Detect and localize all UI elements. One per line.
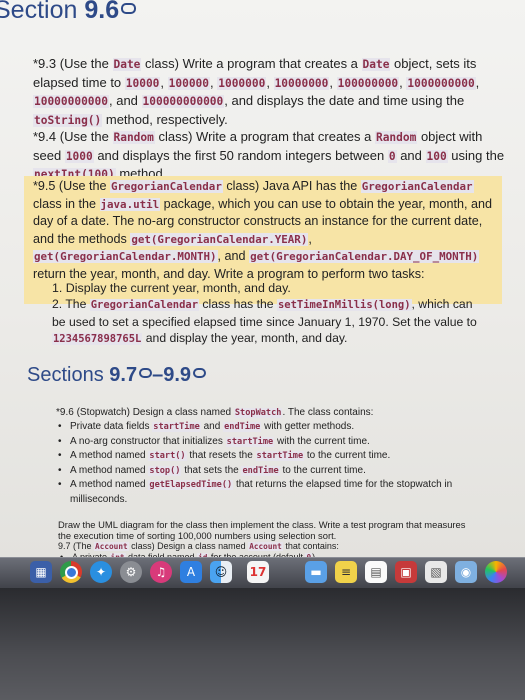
exercise-9-5: *9.5 (Use the GregorianCalendar class) J… bbox=[33, 179, 493, 281]
finder-icon[interactable]: ☺ bbox=[210, 561, 232, 583]
exercise-9-7: 9.7 (The Account class) Design a class n… bbox=[58, 541, 339, 551]
dock: ▦ ✦ ⚙ ♫ A ☺ 17 ▬ ≡ ▤ ▣ ▧ ◉ bbox=[0, 557, 525, 588]
link-icon[interactable] bbox=[139, 367, 153, 378]
system-preferences-icon[interactable]: ⚙ bbox=[120, 561, 142, 583]
list-item: • A method named getElapsedTime() that re… bbox=[58, 479, 453, 505]
photos-icon[interactable] bbox=[485, 561, 507, 583]
game-center-icon[interactable]: ◉ bbox=[455, 561, 477, 583]
section-heading-9-7-9-9: Sections 9.7 –9.9 bbox=[27, 364, 207, 387]
notes-icon[interactable]: ≡ bbox=[335, 561, 357, 583]
exercise-9-6: *9.6 (Stopwatch) Design a class named St… bbox=[56, 407, 374, 418]
textbook-page: Section 9.6 *9.3 (Use the Date class) Wr… bbox=[0, 0, 525, 560]
link-icon[interactable] bbox=[193, 367, 207, 378]
chrome-icon[interactable] bbox=[60, 561, 82, 583]
preview-icon[interactable]: ▧ bbox=[425, 561, 447, 583]
document-icon[interactable]: ▤ bbox=[365, 561, 387, 583]
exercise-9-6-instructions: Draw the UML diagram for the class then … bbox=[58, 519, 466, 541]
list-item-9-5-1: 1. Display the current year, month, and … bbox=[52, 281, 291, 295]
itunes-icon[interactable]: ♫ bbox=[150, 561, 172, 583]
exercise-9-3: *9.3 (Use the Date class) Write a progra… bbox=[33, 56, 480, 127]
link-icon[interactable] bbox=[121, 2, 137, 14]
launchpad-icon[interactable]: ▦ bbox=[30, 561, 52, 583]
monitor-bezel bbox=[0, 588, 525, 700]
photo-booth-icon[interactable]: ▣ bbox=[395, 561, 417, 583]
list-item: • Private data fields startTime and endTi… bbox=[58, 421, 355, 432]
calendar-icon[interactable]: 17 bbox=[247, 561, 269, 583]
list-item-9-5-2: 2. The GregorianCalendar class has the s… bbox=[52, 297, 477, 345]
section-heading-9-6: Section 9.6 bbox=[0, 0, 137, 25]
list-item: • A no-arg constructor that initializes s… bbox=[58, 435, 370, 447]
exercise-9-6-bullets: • Private data fields startTime and endTi… bbox=[58, 420, 488, 507]
safari-icon[interactable]: ✦ bbox=[90, 561, 112, 583]
app-store-icon[interactable]: A bbox=[180, 561, 202, 583]
folder-icon[interactable]: ▬ bbox=[305, 561, 327, 583]
list-item: • A method named start() that resets the … bbox=[58, 450, 391, 461]
list-item: • A method named stop() that sets the end… bbox=[58, 464, 366, 476]
